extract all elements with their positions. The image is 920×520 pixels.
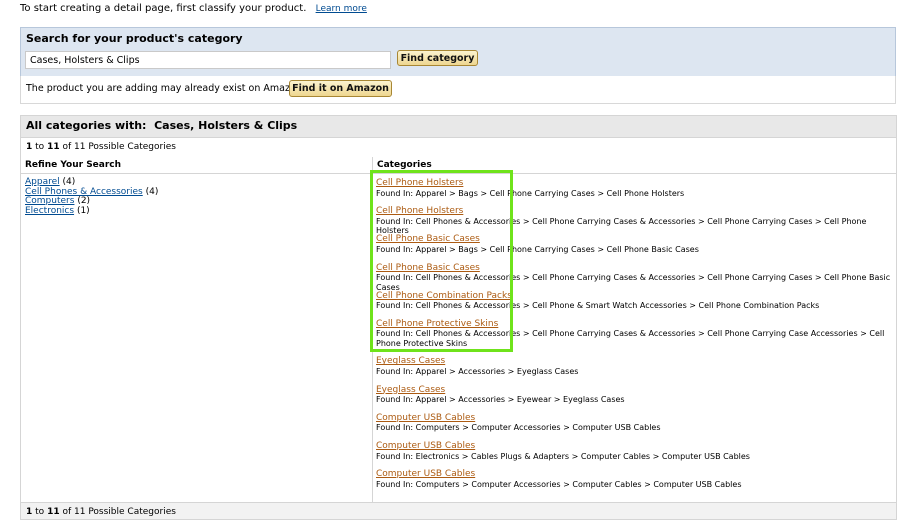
category-item: Cell Phone Combination Packs Found In: Ce… <box>376 291 893 319</box>
refine-link-apparel[interactable]: Apparel <box>25 177 60 187</box>
category-list: Cell Phone Holsters Found In: Apparel > B… <box>373 174 896 501</box>
find-category-button[interactable]: Find category <box>397 50 478 66</box>
refine-list: Apparel (4) Cell Phones & Accessories (4… <box>21 174 372 220</box>
results-count-bottom: 1 to 11 of 11 Possible Categories <box>26 507 176 517</box>
exist-on-amazon-row: The product you are adding may already e… <box>20 76 896 104</box>
category-path: Found In: Cell Phones & Accessories > Ce… <box>376 216 867 236</box>
categories-column: Categories Cell Phone Holsters Found In: … <box>373 157 896 502</box>
category-path: Found In: Cell Phones & Accessories > Ce… <box>376 301 820 311</box>
category-path: Found In: Cell Phones & Accessories > Ce… <box>376 329 885 348</box>
results-heading-prefix: All categories with: <box>26 119 147 132</box>
category-path: Found In: Apparel > Accessories > Eyegla… <box>376 366 579 376</box>
category-link[interactable]: Cell Phone Holsters <box>376 206 463 216</box>
category-item: Cell Phone Holsters Found In: Cell Phones… <box>376 206 893 236</box>
category-item: Cell Phone Basic Cases Found In: Cell Pho… <box>376 263 893 292</box>
category-link[interactable]: Computer USB Cables <box>376 441 475 451</box>
category-path: Found In: Apparel > Bags > Cell Phone Ca… <box>376 188 685 198</box>
category-item: Cell Phone Protective Skins Found In: Cel… <box>376 319 893 357</box>
category-path: Found In: Computers > Computer Accessori… <box>376 479 742 489</box>
search-panel-title: Search for your product's category <box>26 32 243 45</box>
results-count-top: 1 to 11 of 11 Possible Categories <box>26 142 176 152</box>
category-path: Found In: Cell Phones & Accessories > Ce… <box>376 273 891 292</box>
category-link[interactable]: Eyeglass Cases <box>376 356 445 367</box>
refine-link-computers[interactable]: Computers <box>25 196 74 206</box>
category-search-input[interactable] <box>25 51 391 69</box>
refine-column: Refine Your Search Apparel (4) Cell Phon… <box>21 157 373 502</box>
results-heading-term: Cases, Holsters & Clips <box>154 119 298 132</box>
category-link[interactable]: Computer USB Cables <box>376 469 475 479</box>
category-path: Found In: Apparel > Bags > Cell Phone Ca… <box>376 244 699 254</box>
category-item: Cell Phone Basic Cases Found In: Apparel … <box>376 234 893 262</box>
category-link[interactable]: Computer USB Cables <box>376 413 475 423</box>
find-on-amazon-button[interactable]: Find it on Amazon <box>289 80 392 97</box>
category-link[interactable]: Eyeglass Cases <box>376 385 445 395</box>
intro-text: To start creating a detail page, first c… <box>20 3 367 14</box>
category-item: Eyeglass Cases Found In: Apparel > Access… <box>376 356 893 384</box>
results-footer: 1 to 11 of 11 Possible Categories <box>21 502 896 519</box>
category-link[interactable]: Cell Phone Holsters <box>376 178 463 188</box>
category-item: Computer USB Cables Found In: Computers >… <box>376 413 893 441</box>
category-path: Found In: Electronics > Cables Plugs & A… <box>376 451 750 461</box>
category-link[interactable]: Cell Phone Basic Cases <box>376 263 480 273</box>
category-link[interactable]: Cell Phone Basic Cases <box>376 234 480 245</box>
intro-instructions: To start creating a detail page, first c… <box>20 3 307 14</box>
refine-heading: Refine Your Search <box>21 157 372 174</box>
category-path: Found In: Apparel > Accessories > Eyewea… <box>376 395 625 405</box>
category-item: Eyeglass Cases Found In: Apparel > Access… <box>376 385 893 413</box>
categories-heading: Categories <box>373 157 896 174</box>
refine-link-electronics[interactable]: Electronics <box>25 206 74 216</box>
refine-link-cell-phones[interactable]: Cell Phones & Accessories <box>25 187 143 197</box>
results-heading: All categories with: Cases, Holsters & C… <box>21 116 896 138</box>
results-panel: All categories with: Cases, Holsters & C… <box>20 115 897 520</box>
category-item: Computer USB Cables Found In: Electronics… <box>376 441 893 469</box>
category-link[interactable]: Cell Phone Combination Packs <box>376 291 512 301</box>
category-link[interactable]: Cell Phone Protective Skins <box>376 319 498 329</box>
exist-on-amazon-text: The product you are adding may already e… <box>26 83 305 94</box>
category-item: Cell Phone Holsters Found In: Apparel > B… <box>376 178 893 206</box>
category-path: Found In: Computers > Computer Accessori… <box>376 423 661 433</box>
learn-more-link[interactable]: Learn more <box>316 4 367 14</box>
category-item: Computer USB Cables Found In: Computers >… <box>376 469 893 497</box>
refine-item: Electronics (1) <box>25 205 90 216</box>
